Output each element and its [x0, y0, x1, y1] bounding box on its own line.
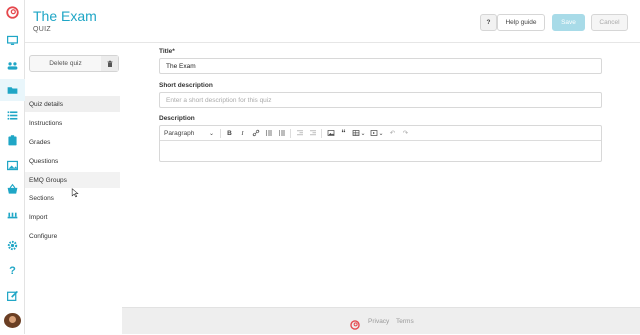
- image-icon[interactable]: [324, 126, 337, 141]
- icon-rail: ?: [0, 0, 25, 334]
- clipboard-icon[interactable]: [5, 133, 20, 148]
- paragraph-select[interactable]: Paragraph ⌄: [160, 126, 218, 141]
- redo-icon[interactable]: ↷: [399, 126, 412, 141]
- bank-icon[interactable]: [5, 206, 20, 221]
- logo-icon: [350, 317, 360, 330]
- help-icon[interactable]: ?: [5, 263, 20, 278]
- help-icon-button[interactable]: ?: [480, 14, 497, 31]
- page-footer: Privacy Terms: [122, 307, 640, 334]
- quiz-details-form: Title* The Exam Short description Enter …: [122, 43, 640, 307]
- monitor-icon[interactable]: [5, 33, 20, 48]
- bold-icon[interactable]: B: [223, 126, 236, 141]
- sidebar-item-grades[interactable]: Grades: [25, 134, 120, 150]
- indent-icon[interactable]: [306, 126, 319, 141]
- page-header: The Exam QUIZ ? Help guide Save Cancel: [25, 0, 640, 43]
- sidebar-item-questions[interactable]: Questions: [25, 153, 120, 169]
- paragraph-select-label: Paragraph: [164, 129, 195, 137]
- sidebar-item-configure[interactable]: Configure: [25, 228, 120, 244]
- terms-link[interactable]: Terms: [396, 318, 414, 325]
- list-icon[interactable]: [5, 108, 20, 123]
- undo-icon[interactable]: ↶: [386, 126, 399, 141]
- sidebar-item-quiz-details[interactable]: Quiz details: [25, 96, 120, 112]
- media-icon[interactable]: ⌄: [368, 126, 386, 141]
- page-title: The Exam: [33, 8, 97, 24]
- delete-quiz-button[interactable]: Delete quiz: [30, 56, 102, 71]
- logo-icon[interactable]: [5, 5, 20, 20]
- privacy-link[interactable]: Privacy: [368, 318, 389, 325]
- description-editor: Paragraph ⌄ B I “ ⌄ ⌄ ↶ ↷: [159, 125, 602, 162]
- table-icon[interactable]: ⌄: [350, 126, 368, 141]
- link-icon[interactable]: [249, 126, 262, 141]
- help-guide-button[interactable]: Help guide: [497, 14, 545, 31]
- cancel-button[interactable]: Cancel: [591, 14, 628, 31]
- description-label: Description: [159, 115, 195, 122]
- title-label: Title*: [159, 48, 175, 55]
- title-input[interactable]: The Exam: [159, 58, 602, 74]
- image-icon[interactable]: [5, 158, 20, 173]
- basket-icon[interactable]: [5, 182, 20, 197]
- quote-icon[interactable]: “: [337, 126, 350, 141]
- bullet-list-icon[interactable]: [262, 126, 275, 141]
- sidebar-item-instructions[interactable]: Instructions: [25, 115, 120, 131]
- mouse-cursor: [71, 185, 79, 198]
- short-description-label: Short description: [159, 82, 213, 89]
- gear-icon[interactable]: [5, 238, 20, 253]
- sidebar-item-import[interactable]: Import: [25, 209, 120, 225]
- delete-quiz-group: Delete quiz: [29, 55, 119, 72]
- edit-icon[interactable]: [5, 288, 20, 303]
- editor-toolbar: Paragraph ⌄ B I “ ⌄ ⌄ ↶ ↷: [160, 126, 601, 141]
- numbered-list-icon[interactable]: [275, 126, 288, 141]
- save-button[interactable]: Save: [552, 14, 585, 31]
- italic-icon[interactable]: I: [236, 126, 249, 141]
- short-description-input[interactable]: Enter a short description for this quiz: [159, 92, 602, 108]
- users-icon[interactable]: [5, 58, 20, 73]
- trash-icon[interactable]: [101, 56, 118, 71]
- outdent-icon[interactable]: [293, 126, 306, 141]
- page-subtitle: QUIZ: [33, 26, 51, 33]
- avatar[interactable]: [4, 313, 21, 328]
- chevron-down-icon: ⌄: [208, 130, 214, 137]
- folder-icon[interactable]: [0, 79, 25, 101]
